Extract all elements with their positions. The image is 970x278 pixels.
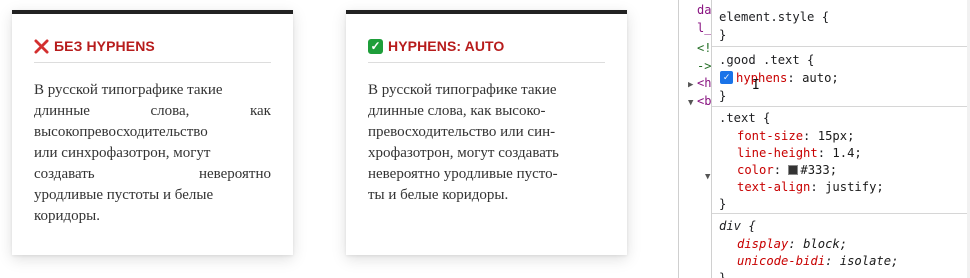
dom-node[interactable]: l_ xyxy=(697,21,711,35)
devtools-panel: da l_ <! -> ▶ <h ▼ <b ▼ element.style { … xyxy=(678,0,970,278)
color-swatch[interactable] xyxy=(788,165,799,175)
rule-selector[interactable]: .text { xyxy=(719,110,770,126)
property-name[interactable]: text-align xyxy=(737,180,810,194)
dom-node[interactable]: da xyxy=(697,3,711,17)
text-cursor-icon: I xyxy=(752,78,760,93)
property-value[interactable]: 1.4; xyxy=(832,146,861,160)
property-line[interactable]: display: block; xyxy=(737,236,847,252)
check-icon: ✓ xyxy=(368,38,383,54)
property-name[interactable]: color xyxy=(737,163,774,177)
collapse-arrow-icon: ▼ xyxy=(688,98,694,108)
property-value[interactable]: justify; xyxy=(825,180,884,194)
text-line: создавать невероятно xyxy=(34,164,271,185)
text-line: высокопревосходительство xyxy=(34,124,208,140)
property-name[interactable]: unicode-bidi xyxy=(737,254,825,268)
dom-node[interactable]: <h xyxy=(697,76,711,90)
dom-node[interactable]: <! xyxy=(697,41,711,55)
text-line: В русской типографике такие xyxy=(34,82,223,98)
property-value[interactable]: auto; xyxy=(802,71,839,85)
property-name[interactable]: hyphens xyxy=(736,71,787,85)
dom-tree: da l_ <! -> ▶ <h ▼ <b ▼ xyxy=(679,0,711,278)
rule-divider xyxy=(712,46,970,47)
text-line: длинные слова, как xyxy=(34,101,271,122)
card-header: БЕЗ HYPHENS xyxy=(34,38,271,63)
text-word: как xyxy=(249,103,271,119)
rule-close: } xyxy=(719,28,727,42)
text-line: или синхрофазотрон, могут xyxy=(34,145,211,161)
rule-selector[interactable]: .good .text { xyxy=(719,52,814,68)
property-line[interactable]: font-size: 15px; xyxy=(737,128,854,144)
text-word: невероятно xyxy=(198,166,271,182)
property-value[interactable]: 15px; xyxy=(818,129,855,143)
card-without-hyphens: БЕЗ HYPHENS В русской типографике такие … xyxy=(12,10,293,255)
property-line[interactable]: color: #333; xyxy=(737,162,837,178)
rule-divider xyxy=(712,106,970,107)
card-header: ✓ HYPHENS: AUTO xyxy=(368,38,605,63)
card-title: БЕЗ HYPHENS xyxy=(54,38,155,54)
property-name[interactable]: display xyxy=(737,237,788,251)
property-value[interactable]: #333; xyxy=(800,163,837,177)
rule-selector[interactable]: div { xyxy=(719,218,756,234)
x-icon xyxy=(34,38,49,54)
property-value[interactable]: block; xyxy=(803,237,847,251)
collapse-arrow-icon: ▼ xyxy=(705,172,711,182)
styles-pane: element.style { } .good .text { ✓ hyphen… xyxy=(711,0,970,278)
text-line: длинные слова, как высоко- xyxy=(368,103,546,119)
text-line: ты и белые коридоры. xyxy=(368,187,509,203)
card-text: В русской типографике такие длинные слов… xyxy=(368,80,605,206)
card-text: В русской типографике такие длинные слов… xyxy=(34,80,271,227)
property-line[interactable]: text-align: justify; xyxy=(737,179,884,195)
dom-node[interactable]: -> xyxy=(697,59,711,73)
rule-selector[interactable]: element.style { xyxy=(719,9,829,25)
text-line: невероятно уродливые пусто- xyxy=(368,166,558,182)
expand-arrow-icon: ▶ xyxy=(688,80,694,90)
text-word: слова, xyxy=(150,103,190,119)
rule-close: } xyxy=(719,89,727,103)
rule-divider xyxy=(712,213,970,214)
card-with-hyphens: ✓ HYPHENS: AUTO В русской типографике та… xyxy=(346,10,627,255)
text-line: коридоры. xyxy=(34,208,101,224)
rule-close: } xyxy=(719,197,727,211)
property-line[interactable]: unicode-bidi: isolate; xyxy=(737,253,898,269)
text-word: длинные xyxy=(34,103,90,119)
rule-close: } xyxy=(719,271,727,278)
property-line[interactable]: line-height: 1.4; xyxy=(737,145,862,161)
text-line: хрофазотрон, могут создавать xyxy=(368,145,559,161)
property-value[interactable]: isolate; xyxy=(840,254,899,268)
card-title: HYPHENS: AUTO xyxy=(388,38,505,54)
demo-area: БЕЗ HYPHENS В русской типографике такие … xyxy=(0,0,678,278)
dom-node[interactable]: <b xyxy=(697,94,711,108)
property-name[interactable]: font-size xyxy=(737,129,803,143)
property-name[interactable]: line-height xyxy=(737,146,818,160)
text-line: В русской типографике такие xyxy=(368,82,557,98)
text-word: создавать xyxy=(34,166,95,182)
text-line: уродливые пустоты и белые xyxy=(34,187,214,203)
property-checkbox[interactable]: ✓ xyxy=(720,71,733,84)
text-line: превосходительство или син- xyxy=(368,124,556,140)
